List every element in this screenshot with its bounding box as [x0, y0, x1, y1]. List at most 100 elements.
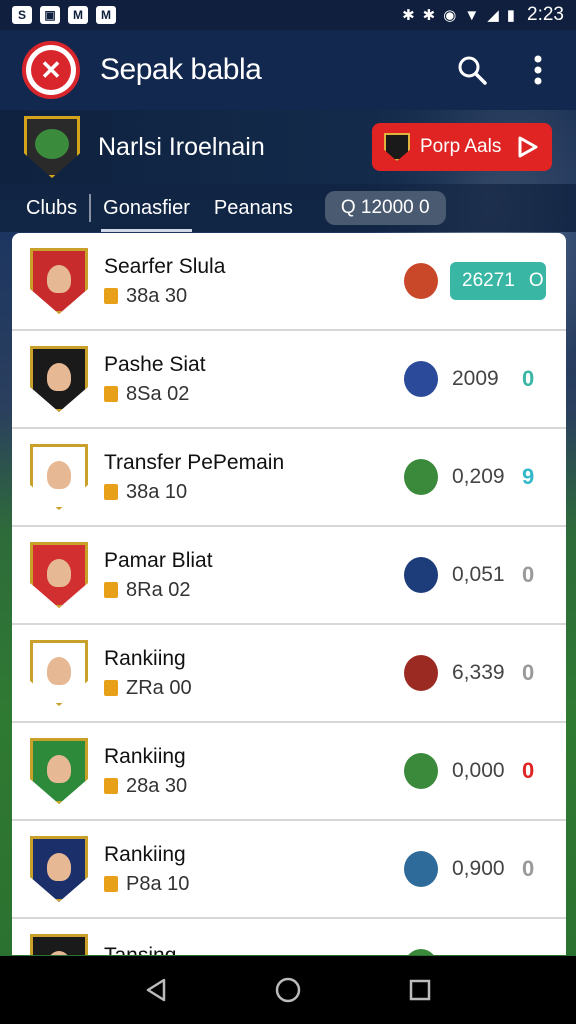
club-list: Searfer Slula 38a 30 26271 O Pashe Siat 8… — [12, 233, 566, 955]
app-logo[interactable]: ✕ — [22, 41, 80, 99]
row-value: 0,900 — [452, 857, 505, 880]
row-title: Pashe Siat — [104, 352, 206, 376]
row-subtitle: 28a 30 — [104, 775, 187, 798]
promo-crest-icon — [384, 133, 410, 161]
list-item[interactable]: Pamar Bliat 8Ra 02 0,051 0 — [12, 527, 566, 625]
opponent-crest-icon — [404, 263, 438, 299]
opponent-crest-icon — [404, 949, 438, 955]
row-title: Tansing — [104, 944, 176, 955]
list-item[interactable]: Pashe Siat 8Sa 02 2009 0 — [12, 331, 566, 429]
opponent-crest-icon — [404, 361, 438, 397]
home-icon[interactable] — [268, 970, 308, 1010]
promo-button-label: Porp Aals — [420, 136, 502, 157]
row-subtitle: 8Sa 02 — [104, 383, 206, 406]
bluetooth-icon: ✱ — [402, 7, 415, 24]
list-item[interactable]: Searfer Slula 38a 30 26271 O — [12, 233, 566, 331]
opponent-crest-icon — [404, 851, 438, 887]
status-ring-icon: 9 — [522, 464, 535, 489]
player-portrait — [47, 755, 71, 783]
row-title: Rankiing — [104, 646, 186, 670]
club-crest-icon — [30, 640, 88, 706]
row-value: 0,209 — [452, 465, 505, 488]
club-crest-icon — [30, 248, 88, 314]
row-subtitle: P8a 10 — [104, 873, 189, 896]
row-value: 0,051 — [452, 563, 505, 586]
player-portrait — [47, 265, 71, 293]
row-subtitle: 38a 10 — [104, 481, 284, 504]
player-portrait — [47, 363, 71, 391]
status-ring-icon: 0 — [522, 758, 535, 783]
opponent-crest-icon — [404, 557, 438, 593]
lock-icon — [104, 484, 118, 500]
row-title: Pamar Bliat — [104, 548, 213, 572]
tab-bar: Clubs Gonasfier Peanans Q 12000 0 — [0, 184, 576, 232]
club-crest-icon — [30, 444, 88, 510]
tab-clubs[interactable]: Clubs — [14, 184, 89, 232]
status-ring-icon: 0 — [522, 366, 535, 391]
list-item[interactable]: Rankiing P8a 10 0,900 0 — [12, 821, 566, 919]
row-title: Transfer PePemain — [104, 450, 285, 474]
list-item[interactable]: Transfer PePemain 38a 10 0,209 9 — [12, 429, 566, 527]
club-crest-icon — [30, 542, 88, 608]
notification-icon: S — [12, 6, 32, 24]
row-subtitle-text: 8Sa 02 — [126, 382, 190, 405]
wifi-icon: ▼ — [464, 6, 480, 24]
notification-icon: M — [96, 6, 116, 24]
row-value: 6,339 — [452, 661, 505, 684]
club-crest-icon — [24, 116, 80, 178]
player-portrait — [47, 657, 71, 685]
club-crest-icon — [30, 738, 88, 804]
player-portrait — [47, 951, 71, 955]
value-pill[interactable]: 26271 O — [450, 262, 546, 300]
app-logo-mark: ✕ — [31, 50, 71, 90]
more-options-icon[interactable] — [522, 54, 554, 86]
opponent-crest-icon — [404, 655, 438, 691]
app-title: Sepak babla — [100, 53, 262, 86]
status-ring-icon: 0 — [522, 856, 535, 881]
lock-icon — [104, 876, 118, 892]
lock-icon — [104, 582, 118, 598]
row-subtitle-text: 8Ra 02 — [126, 578, 191, 601]
row-subtitle-text: 38a 30 — [126, 284, 188, 307]
club-crest-icon — [30, 934, 88, 955]
list-item[interactable]: Rankiing ZRa 00 6,339 0 — [12, 625, 566, 723]
search-chip[interactable]: Q 12000 0 — [324, 191, 446, 225]
tab-gonasfier[interactable]: Gonasfier — [91, 184, 202, 232]
row-subtitle: 8Ra 02 — [104, 579, 213, 602]
row-value: 2009 — [452, 367, 499, 390]
search-chip-label: Q 12000 0 — [340, 197, 430, 218]
app-bar: ✕ Sepak babla — [0, 30, 576, 110]
featured-banner: Narlsi Iroelnain Porp Aals — [0, 110, 576, 184]
tab-peanans[interactable]: Peanans — [202, 184, 305, 232]
notification-icon: M — [68, 6, 88, 24]
notification-icons: S ▣ M M — [12, 6, 116, 24]
back-icon[interactable] — [136, 970, 176, 1010]
row-subtitle-text: P8a 10 — [126, 872, 190, 895]
player-portrait — [47, 461, 71, 489]
opponent-crest-icon — [404, 459, 438, 495]
list-item[interactable]: Rankiing 28a 30 0,000 0 — [12, 723, 566, 821]
status-ring-icon: 0 — [522, 562, 535, 587]
row-subtitle: 38a 30 — [104, 285, 225, 308]
club-crest-icon — [30, 346, 88, 412]
list-item[interactable]: Tansing — [12, 919, 566, 955]
row-title: Rankiing — [104, 744, 186, 768]
search-icon[interactable] — [456, 54, 488, 86]
row-subtitle-text: ZRa 00 — [126, 676, 192, 699]
notification-icon: ▣ — [40, 6, 60, 24]
recents-icon[interactable] — [400, 970, 440, 1010]
promo-button[interactable]: Porp Aals — [372, 123, 552, 171]
row-title: Searfer Slula — [104, 254, 226, 278]
row-subtitle: ZRa 00 — [104, 677, 192, 700]
status-bar: S ▣ M M ✱ ✱ ◉ ▼ ◢ ▮ 2:23 — [0, 0, 576, 30]
system-icons: ✱ ✱ ◉ ▼ ◢ ▮ 2:23 — [402, 4, 564, 26]
opponent-crest-icon — [404, 753, 438, 789]
lock-icon — [104, 778, 118, 794]
lock-icon — [104, 288, 118, 304]
row-subtitle-text: 38a 10 — [126, 480, 188, 503]
system-nav-bar — [0, 956, 576, 1024]
player-portrait — [47, 559, 71, 587]
battery-icon: ▮ — [506, 7, 516, 24]
player-portrait — [47, 853, 71, 881]
club-crest-icon — [30, 836, 88, 902]
